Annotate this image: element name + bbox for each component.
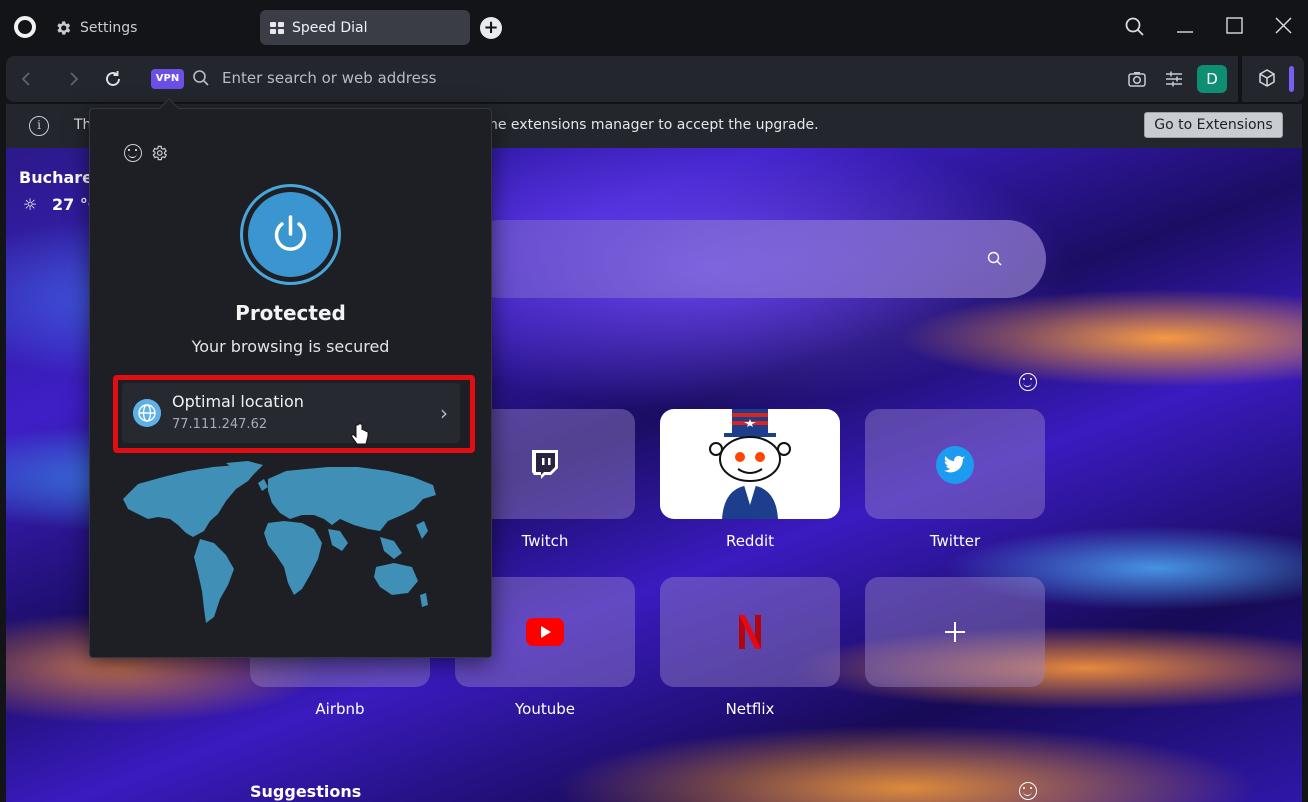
sidebar-accent xyxy=(1289,66,1294,92)
reddit-icon xyxy=(709,409,791,519)
speed-dial-grid-icon xyxy=(270,21,284,34)
opera-logo-icon[interactable] xyxy=(14,16,36,38)
easy-setup-icon[interactable] xyxy=(1163,68,1185,90)
tile-label-youtube: Youtube xyxy=(515,700,575,718)
address-input[interactable]: Enter search or web address xyxy=(222,69,436,87)
location-name: Optimal location xyxy=(172,392,304,411)
twitter-icon xyxy=(936,446,974,484)
world-map-icon xyxy=(123,461,436,623)
vpn-power-toggle[interactable] xyxy=(240,184,341,285)
search-icon[interactable] xyxy=(986,250,1004,268)
title-bar: Settings Speed Dial + xyxy=(0,0,1308,56)
extensions-area xyxy=(1242,56,1304,102)
extensions-cube-icon[interactable] xyxy=(1256,67,1278,89)
twitch-icon xyxy=(532,450,558,479)
gear-icon[interactable] xyxy=(150,144,168,162)
vpn-badge[interactable]: VPN xyxy=(151,69,184,89)
chevron-right-icon: › xyxy=(440,401,448,425)
speed-dial-search-box[interactable] xyxy=(461,220,1046,298)
location-selector[interactable]: Optimal location 77.111.247.62 › xyxy=(122,383,460,443)
tile-add-site[interactable] xyxy=(865,577,1045,687)
sun-icon: ☼ xyxy=(22,195,38,214)
new-tab-plus-icon[interactable]: + xyxy=(480,17,502,39)
feedback-smile-icon[interactable] xyxy=(124,144,142,162)
emoji-smile-icon[interactable] xyxy=(1019,373,1037,391)
gear-icon xyxy=(57,21,71,35)
vpn-status-subtitle: Your browsing is secured xyxy=(191,337,390,356)
tile-label-airbnb: Airbnb xyxy=(315,700,365,718)
camera-icon[interactable] xyxy=(1126,68,1148,90)
power-icon xyxy=(274,215,307,251)
reload-icon[interactable] xyxy=(102,68,124,90)
tile-netflix[interactable] xyxy=(660,577,840,687)
power-core xyxy=(248,192,333,277)
settings-button[interactable]: Settings xyxy=(54,17,137,39)
vpn-popup: Protected Your browsing is secured Optim… xyxy=(89,98,492,658)
profile-avatar[interactable]: D xyxy=(1197,65,1227,93)
tab-label: Speed Dial xyxy=(292,19,368,36)
suggestions-heading: Suggestions xyxy=(250,782,362,801)
minimize-icon[interactable] xyxy=(1170,14,1200,40)
search-tabs-icon[interactable] xyxy=(1120,14,1150,40)
popup-toolbar xyxy=(124,144,168,162)
netflix-icon xyxy=(739,615,761,649)
emoji-smile-icon[interactable] xyxy=(1019,782,1037,800)
tile-label-netflix: Netflix xyxy=(725,700,775,718)
go-to-extensions-button[interactable]: Go to Extensions xyxy=(1144,112,1283,138)
globe-icon xyxy=(133,399,161,427)
vpn-status-title: Protected xyxy=(235,301,346,325)
maximize-icon[interactable] xyxy=(1219,14,1249,40)
back-icon[interactable] xyxy=(16,68,38,90)
plus-icon xyxy=(945,622,965,642)
address-bar: VPN Enter search or web address D xyxy=(6,56,1238,102)
close-icon[interactable] xyxy=(1268,14,1298,40)
tab-speed-dial[interactable]: Speed Dial xyxy=(260,10,470,45)
info-icon: i xyxy=(29,116,49,136)
info-text-end: he extensions manager to accept the upgr… xyxy=(489,117,819,133)
tile-label-reddit: Reddit xyxy=(725,532,775,550)
settings-label: Settings xyxy=(80,20,138,36)
tile-reddit[interactable] xyxy=(660,409,840,519)
tile-twitter[interactable] xyxy=(865,409,1045,519)
forward-icon[interactable] xyxy=(62,68,84,90)
youtube-icon xyxy=(526,618,564,646)
mouse-pointer-icon xyxy=(351,423,369,445)
browser-window: Settings Speed Dial + VPN Enter search o… xyxy=(0,0,1308,802)
location-ip: 77.111.247.62 xyxy=(172,417,268,432)
search-icon xyxy=(193,70,209,86)
tile-label-twitter: Twitter xyxy=(929,532,981,550)
